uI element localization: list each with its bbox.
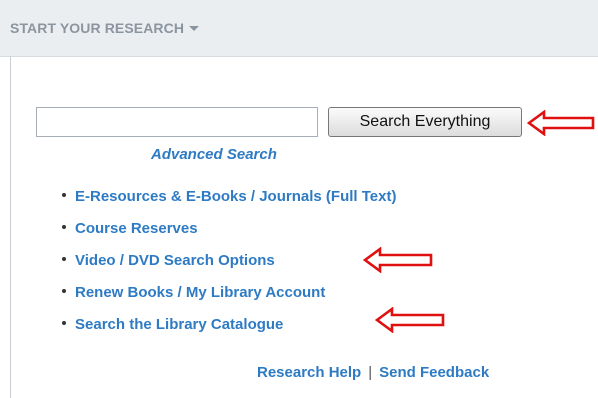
left-arrow-icon [527, 110, 595, 136]
bullet-icon [62, 224, 66, 229]
research-help-link[interactable]: Research Help [257, 364, 361, 381]
search-everything-button[interactable]: Search Everything [328, 107, 522, 137]
bullet-icon [62, 192, 66, 197]
header-title: START YOUR RESEARCH [10, 20, 185, 36]
link-e-resources[interactable]: E-Resources & E-Books / Journals (Full T… [75, 188, 396, 205]
advanced-search-link[interactable]: Advanced Search [151, 146, 277, 163]
start-research-dropdown[interactable]: START YOUR RESEARCH [10, 20, 200, 36]
footer-links: Research Help | Send Feedback [257, 364, 489, 381]
search-input[interactable] [36, 107, 318, 137]
list-item: Search the Library Catalogue [62, 309, 396, 341]
resource-links-list: E-Resources & E-Books / Journals (Full T… [62, 181, 396, 341]
left-arrow-icon [375, 307, 445, 333]
link-search-catalogue[interactable]: Search the Library Catalogue [75, 316, 283, 333]
list-item: E-Resources & E-Books / Journals (Full T… [62, 181, 396, 213]
caret-down-icon [189, 25, 200, 31]
panel-left-border [10, 56, 11, 398]
list-item: Course Reserves [62, 213, 396, 245]
list-item: Video / DVD Search Options [62, 245, 396, 277]
research-header: START YOUR RESEARCH [0, 0, 598, 57]
bullet-icon [62, 288, 66, 293]
list-item: Renew Books / My Library Account [62, 277, 396, 309]
footer-separator: | [368, 364, 373, 381]
bullet-icon [62, 320, 66, 325]
left-arrow-icon [363, 247, 433, 273]
link-renew-books[interactable]: Renew Books / My Library Account [75, 284, 325, 301]
link-course-reserves[interactable]: Course Reserves [75, 220, 198, 237]
send-feedback-link[interactable]: Send Feedback [379, 364, 489, 381]
link-video-dvd-search[interactable]: Video / DVD Search Options [75, 252, 275, 269]
bullet-icon [62, 256, 66, 261]
